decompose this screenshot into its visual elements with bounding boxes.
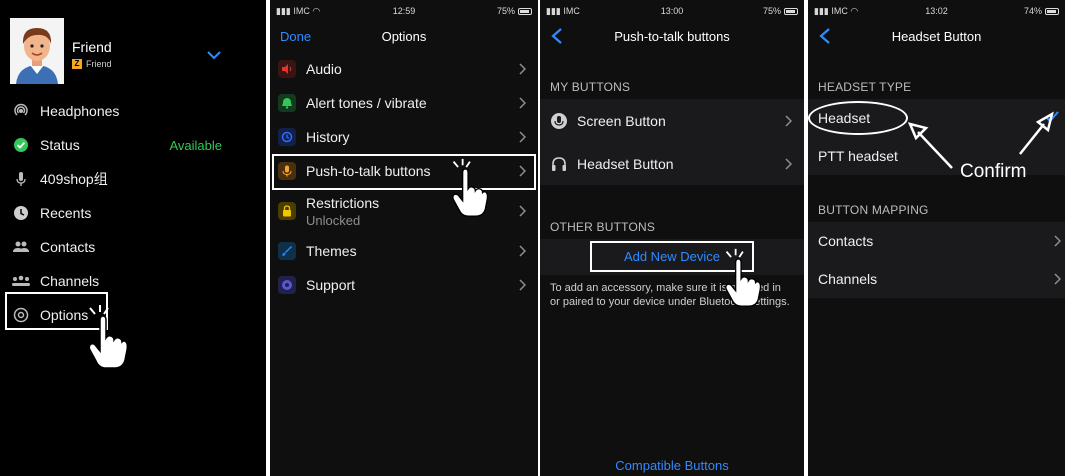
option-themes[interactable]: Themes xyxy=(270,234,538,268)
chevron-right-icon xyxy=(1054,273,1061,285)
microphone-icon xyxy=(10,171,32,187)
menu-item-channel-409shop[interactable]: 409shop组 xyxy=(10,162,260,196)
page-title: Push-to-talk buttons xyxy=(614,29,730,44)
highlight-push-to-talk xyxy=(272,154,536,190)
compatible-buttons-link[interactable]: Compatible Buttons xyxy=(540,458,804,473)
chevron-right-icon xyxy=(519,205,526,217)
my-buttons-group: Screen Button Headset Button xyxy=(540,99,804,185)
chevron-right-icon xyxy=(785,114,792,127)
option-sublabel: Unlocked xyxy=(306,212,361,228)
chevron-right-icon xyxy=(1054,235,1061,247)
lock-icon xyxy=(278,202,296,220)
row-label: Screen Button xyxy=(577,112,666,129)
main-menu-panel: Friend Z Friend Headphones Status Availa… xyxy=(0,0,266,476)
nav-bar: Done Options xyxy=(270,22,538,50)
nav-bar: Headset Button xyxy=(808,22,1065,50)
menu-item-label: Recents xyxy=(40,205,92,221)
avatar[interactable] xyxy=(10,18,64,84)
page-title: Headset Button xyxy=(891,29,982,44)
channels-icon xyxy=(10,273,32,289)
section-header-button-mapping: BUTTON MAPPING xyxy=(818,203,929,217)
history-icon xyxy=(278,128,296,146)
annotation-confirm-label: Confirm xyxy=(960,161,1027,182)
menu-item-status[interactable]: Status Available xyxy=(10,128,260,162)
headset-icon xyxy=(552,156,566,171)
option-label: Support xyxy=(306,277,356,293)
option-audio[interactable]: Audio xyxy=(270,52,538,86)
menu-item-label: 409shop组 xyxy=(40,171,108,187)
tap-hand-icon xyxy=(452,158,489,217)
option-label: Themes xyxy=(306,243,357,259)
push-to-talk-panel: ▮▮▮ IMC 13:00 75% Push-to-talk buttons M… xyxy=(540,0,804,476)
battery-icon xyxy=(518,7,532,15)
speaker-icon xyxy=(278,60,296,78)
chevron-right-icon xyxy=(519,279,526,291)
button-mapping-group: Contacts Channels xyxy=(808,222,1065,298)
profile-subtitle: Z Friend xyxy=(72,59,112,69)
tap-hand-icon xyxy=(725,248,762,307)
mapping-channels[interactable]: Channels xyxy=(808,260,1065,298)
row-label: Headset Button xyxy=(577,155,674,172)
mapping-contacts[interactable]: Contacts xyxy=(808,222,1065,260)
status-bar: ▮▮▮ IMC 13:00 75% xyxy=(540,0,804,20)
menu-item-contacts[interactable]: Contacts xyxy=(10,230,260,264)
screen-button-row[interactable]: Screen Button xyxy=(540,99,804,142)
section-header-other-buttons: OTHER BUTTONS xyxy=(550,220,656,234)
option-label: History xyxy=(306,129,350,145)
clock-icon xyxy=(10,205,32,221)
chevron-right-icon xyxy=(519,131,526,143)
headphones-radio-icon xyxy=(10,103,32,119)
check-circle-icon xyxy=(10,137,32,153)
tap-hand-icon xyxy=(88,305,128,369)
brush-icon xyxy=(278,242,296,260)
menu-item-headphones[interactable]: Headphones xyxy=(10,94,260,128)
row-label: Channels xyxy=(818,271,878,287)
option-restrictions[interactable]: Restrictions Unlocked xyxy=(270,188,538,234)
battery-icon xyxy=(1045,7,1059,15)
headset-button-panel: ▮▮▮ IMC ◠ 13:02 74% Headset Button HEADS… xyxy=(808,0,1065,476)
option-support[interactable]: Support xyxy=(270,268,538,302)
section-header-my-buttons: MY BUTTONS xyxy=(550,80,631,94)
zello-badge-icon: Z xyxy=(72,59,82,69)
chevron-down-icon[interactable] xyxy=(206,50,222,60)
option-label: Restrictions xyxy=(306,194,380,211)
battery-status: 75% xyxy=(497,6,532,16)
status-bar: ▮▮▮ IMC ◠ 13:02 74% xyxy=(808,0,1065,20)
profile-name: Friend xyxy=(72,39,112,55)
headset-button-row[interactable]: Headset Button xyxy=(540,142,804,185)
battery-icon xyxy=(784,7,798,15)
battery-status: 74% xyxy=(1024,6,1059,16)
chevron-right-icon xyxy=(519,245,526,257)
option-label: Alert tones / vibrate xyxy=(306,95,427,111)
annotation-arrow-left-icon xyxy=(907,122,953,169)
highlight-headset-ellipse xyxy=(808,101,908,135)
chevron-right-icon xyxy=(519,63,526,75)
bell-icon xyxy=(278,94,296,112)
row-label: Contacts xyxy=(818,233,874,249)
chevron-right-icon xyxy=(519,97,526,109)
option-history[interactable]: History xyxy=(270,120,538,154)
menu-item-label: Channels xyxy=(40,273,100,289)
menu-item-label: Status xyxy=(40,137,80,153)
menu-item-recents[interactable]: Recents xyxy=(10,196,260,230)
support-icon xyxy=(278,276,296,294)
nav-bar: Push-to-talk buttons xyxy=(540,22,804,50)
menu-item-label: Contacts xyxy=(40,239,96,255)
page-title: Options xyxy=(381,29,427,44)
profile-subtitle-text: Friend xyxy=(86,59,112,69)
option-label: Audio xyxy=(306,61,342,77)
status-bar: ▮▮▮ IMC ◠ 12:59 75% xyxy=(270,0,538,20)
option-text-block: Restrictions Unlocked xyxy=(306,195,379,228)
chevron-right-icon xyxy=(785,157,792,170)
annotation-arrow-right-icon xyxy=(1019,111,1054,155)
screen-button-icon xyxy=(551,112,567,129)
option-alert-tones[interactable]: Alert tones / vibrate xyxy=(270,86,538,120)
row-label: PTT headset xyxy=(818,148,898,164)
battery-status: 75% xyxy=(763,6,798,16)
menu-item-label: Headphones xyxy=(40,103,120,119)
contacts-icon xyxy=(10,239,32,255)
status-value: Available xyxy=(169,137,222,153)
options-panel: ▮▮▮ IMC ◠ 12:59 75% Done Options Audio A… xyxy=(270,0,538,476)
section-header-headset-type: HEADSET TYPE xyxy=(818,80,912,94)
